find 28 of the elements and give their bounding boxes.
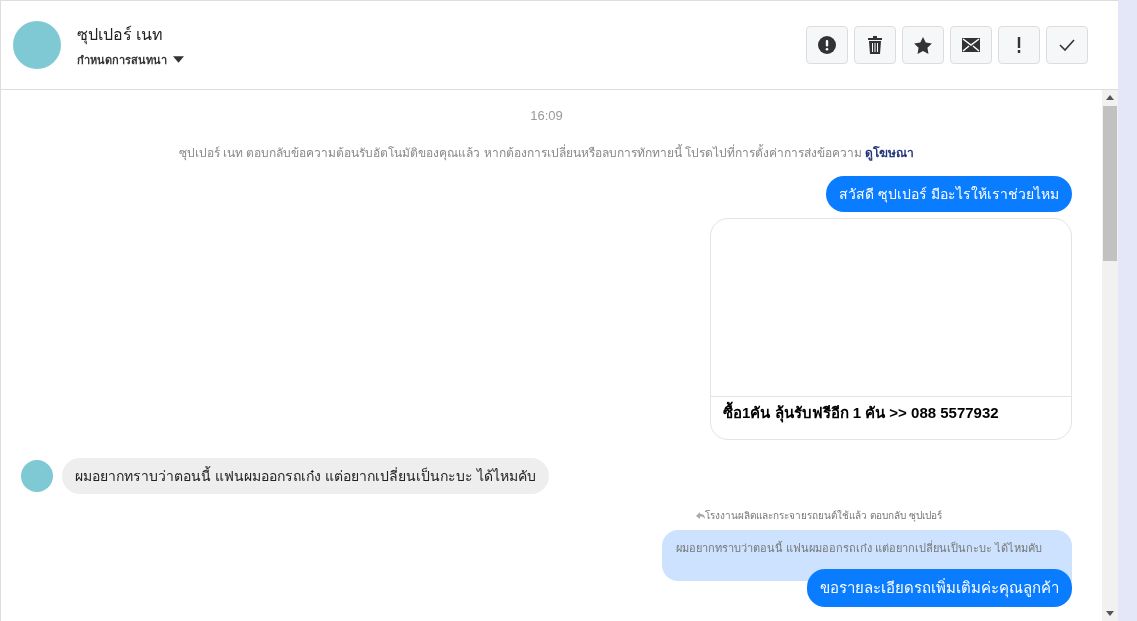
avatar-photo-placeholder xyxy=(13,21,61,69)
scroll-down-icon[interactable] xyxy=(1106,611,1114,616)
scroll-thumb[interactable] xyxy=(1103,106,1117,261)
outgoing-message: ขอรายละเอียดรถเพิ่มเติมค่ะคุณลูกค้า xyxy=(807,569,1072,607)
star-icon xyxy=(914,36,932,54)
exclamation-icon xyxy=(1017,37,1021,53)
delete-button[interactable] xyxy=(854,26,896,64)
assign-conversation-dropdown[interactable]: กำหนดการสนทนา xyxy=(77,50,184,69)
view-ad-link[interactable]: ดูโฆษณา xyxy=(865,146,915,160)
checkmark-icon xyxy=(1059,39,1075,51)
reply-label: โรงงานผลิตและกระจายรถยนต์ใช้แล้ว ตอบกลับ ซุปเปอร์ xyxy=(696,508,942,523)
avatar-photo-placeholder xyxy=(21,460,53,492)
auto-reply-notice: ซุปเปอร์ เนท ตอบกลับข้อความต้อนรับอัตโนมัติของคุณแล้ว หากต้องการเปลี่ยนหรือลบการทักทายนี้ โปรดไปที่การตั้งค่าการส่งข้อความ ดูโฆษณา xyxy=(178,146,915,160)
contact-name: ซุปเปอร์ เนท xyxy=(77,24,165,47)
scroll-up-icon[interactable] xyxy=(1106,95,1114,100)
reply-arrow-icon xyxy=(696,512,706,519)
done-button[interactable] xyxy=(1046,26,1088,64)
mail-button[interactable] xyxy=(950,26,992,64)
message-timestamp: 16:09 xyxy=(529,108,564,123)
trash-icon xyxy=(868,36,882,54)
caret-icon xyxy=(173,56,184,63)
ad-caption: ซื้อ1คัน ลุ้นรับฟรีอีก 1 คัน >> 088 5577932 xyxy=(711,397,1071,439)
alert-circle-icon xyxy=(818,36,836,54)
incoming-message: ผมอยากทราบว่าตอนนี้ แฟนผมออกรถเก๋ง แต่อยากเปลี่ยนเป็นกะบะ ได้ไหมคับ xyxy=(62,458,549,494)
alert-button[interactable] xyxy=(806,26,848,64)
envelope-icon xyxy=(962,38,980,52)
star-button[interactable] xyxy=(902,26,944,64)
outgoing-message: สวัสดี ซุปเปอร์ มีอะไรให้เราช่วยไหม xyxy=(826,176,1072,212)
